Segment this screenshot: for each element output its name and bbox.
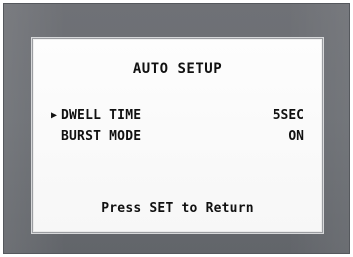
dwell-time-label: DWELL TIME: [61, 108, 142, 123]
menu-row-dwell-time[interactable]: ▶ DWELL TIME 5SEC: [49, 108, 304, 126]
auto-setup-screen: AUTO SETUP ▶ DWELL TIME 5SEC BURST MODE …: [33, 39, 322, 232]
burst-mode-value: ON: [288, 129, 304, 144]
menu-row-burst-mode[interactable]: BURST MODE ON: [49, 129, 304, 147]
monitor-frame: AUTO SETUP ▶ DWELL TIME 5SEC BURST MODE …: [3, 3, 350, 254]
selection-cursor-icon: ▶: [50, 110, 58, 121]
burst-mode-label: BURST MODE: [61, 129, 142, 144]
return-instruction: Press SET to Return: [101, 201, 254, 216]
dwell-time-value: 5SEC: [272, 108, 304, 123]
screen-title: AUTO SETUP: [132, 61, 223, 77]
